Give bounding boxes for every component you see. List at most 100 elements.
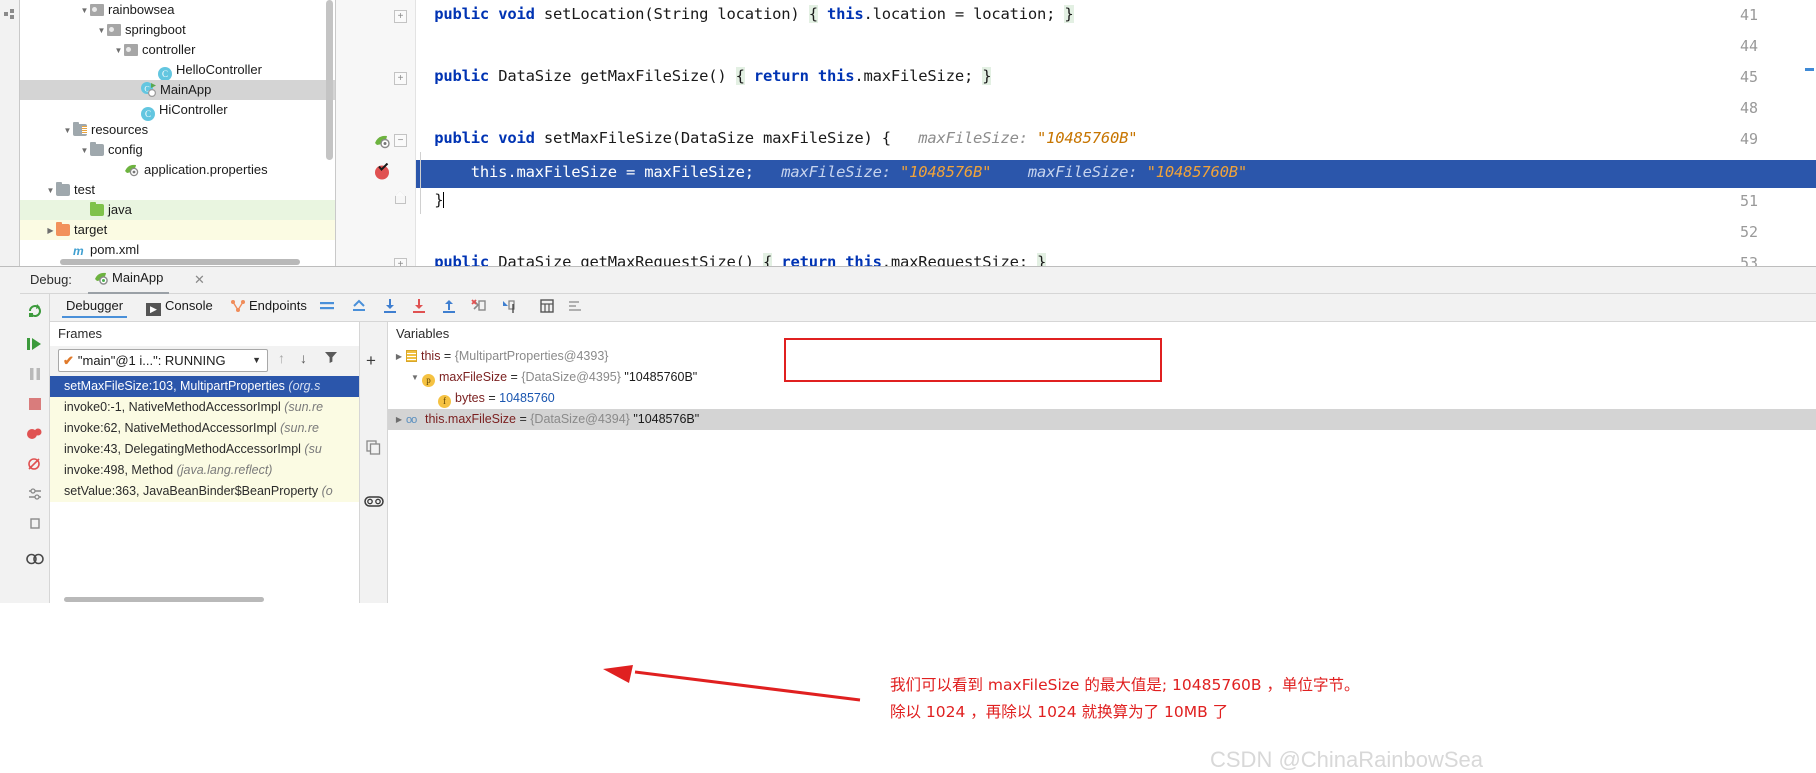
- stop-icon[interactable]: [25, 396, 45, 416]
- step-into-icon[interactable]: [410, 298, 430, 316]
- show-execution-point-icon[interactable]: [350, 298, 370, 316]
- tree-item[interactable]: C MainApp: [20, 80, 335, 100]
- package-icon: [124, 44, 138, 56]
- editor-marker-stripe: [1805, 68, 1814, 71]
- tree-expand-arrow[interactable]: ▶: [45, 221, 56, 241]
- close-icon[interactable]: ✕: [194, 272, 205, 288]
- code-line[interactable]: public void setMaxFileSize(DataSize maxF…: [416, 129, 1137, 147]
- variable-equals: =: [507, 370, 522, 384]
- annotation-line-1: 我们可以看到 maxFileSize 的最大值是; 10485760B ，单位字…: [890, 676, 1360, 694]
- frame-row[interactable]: setMaxFileSize:103, MultipartProperties …: [50, 376, 359, 397]
- variable-expand-arrow[interactable]: ▼: [408, 367, 422, 388]
- app-grid-icon[interactable]: [4, 6, 16, 19]
- pause-program-icon[interactable]: [25, 366, 45, 386]
- project-tree[interactable]: ▼ rainbowsea ▼ springboot ▼ controller C HelloC…: [20, 0, 336, 266]
- tree-vertical-scrollbar[interactable]: [326, 0, 333, 160]
- watches-icon[interactable]: [364, 494, 384, 512]
- variable-expand-arrow[interactable]: ▶: [392, 346, 406, 367]
- arrow-down-icon[interactable]: ↓: [300, 350, 307, 366]
- variables-title: Variables: [396, 326, 450, 341]
- tree-expand-arrow[interactable]: ▼: [79, 1, 90, 21]
- tree-item[interactable]: ▼ config: [20, 140, 335, 160]
- tree-expand-arrow[interactable]: ▼: [113, 41, 124, 61]
- fold-expand-icon[interactable]: +: [394, 72, 407, 85]
- tree-expand-arrow[interactable]: ▼: [62, 121, 73, 141]
- tree-item[interactable]: ▼ rainbowsea: [20, 0, 335, 20]
- rerun-icon[interactable]: [25, 302, 45, 322]
- frame-row[interactable]: invoke:62, NativeMethodAccessorImpl (sun…: [50, 418, 359, 439]
- tab-debugger[interactable]: Debugger: [61, 298, 128, 318]
- settings-icon[interactable]: [25, 486, 45, 506]
- breakpoint-verified-icon[interactable]: [374, 162, 391, 180]
- tree-horizontal-scrollbar[interactable]: [60, 259, 300, 265]
- red-arrow-left-icon: [595, 662, 865, 707]
- code-line[interactable]: this.maxFileSize = maxFileSize; maxFileS…: [416, 160, 1816, 188]
- variable-row[interactable]: ▶ this = {MultipartProperties@4393}: [388, 346, 1816, 367]
- tab-console[interactable]: ▶ Console: [146, 298, 213, 316]
- frames-horizontal-scrollbar[interactable]: [64, 597, 264, 602]
- frame-row[interactable]: invoke:43, DelegatingMethodAccessorImpl …: [50, 439, 359, 460]
- variable-row[interactable]: ▼ p maxFileSize = {DataSize@4395} "1048576…: [388, 367, 1816, 388]
- sort-variables-icon[interactable]: [566, 298, 586, 316]
- line-number: 52: [1739, 223, 1758, 241]
- layout-settings-icon[interactable]: [318, 298, 338, 316]
- tree-expand-arrow[interactable]: ▼: [79, 141, 90, 161]
- fold-collapse-icon[interactable]: −: [394, 134, 407, 147]
- view-breakpoints-icon[interactable]: [25, 426, 45, 446]
- tree-item-label: springboot: [125, 22, 186, 37]
- tree-item-label: HelloController: [176, 62, 262, 77]
- arrow-up-icon[interactable]: ↑: [278, 350, 285, 366]
- mute-breakpoints-icon[interactable]: [25, 456, 45, 476]
- tree-item[interactable]: C HelloController: [20, 60, 335, 81]
- frame-row-package: (org.s: [288, 379, 321, 393]
- add-watch-icon[interactable]: +: [366, 352, 376, 369]
- tree-item[interactable]: ▶ target: [20, 220, 335, 240]
- tree-expand-arrow[interactable]: ▼: [45, 181, 56, 201]
- frame-row[interactable]: invoke:498, Method (java.lang.reflect): [50, 460, 359, 481]
- code-brace: }: [982, 67, 992, 85]
- tab-endpoints[interactable]: Endpoints: [230, 298, 307, 315]
- spring-bean-icon[interactable]: [374, 133, 391, 149]
- copy-icon[interactable]: [366, 440, 381, 458]
- camera-icon[interactable]: [25, 552, 45, 572]
- inlay-hint: maxFileSize:: [753, 163, 900, 181]
- fold-expand-icon[interactable]: +: [394, 258, 407, 266]
- tree-item[interactable]: ▼ controller: [20, 40, 335, 60]
- annotation-line-2: 除以 1024 ，再除以 1024 就换算为了 10MB 了: [890, 703, 1229, 721]
- thread-selector[interactable]: ✔ "main"@1 i...": RUNNING ▼: [58, 349, 268, 372]
- tree-item[interactable]: C HiController: [20, 100, 335, 121]
- code-line[interactable]: public DataSize getMaxFileSize() { retur…: [416, 67, 992, 85]
- tree-item[interactable]: application.properties: [20, 160, 335, 180]
- variable-row[interactable]: ▶ oo this.maxFileSize = {DataSize@4394} "1…: [388, 409, 1816, 430]
- evaluate-expression-icon[interactable]: [538, 298, 558, 316]
- debug-session-tab[interactable]: MainApp: [88, 270, 170, 294]
- frame-row[interactable]: invoke0:-1, NativeMethodAccessorImpl (su…: [50, 397, 359, 418]
- variable-objref: {DataSize@4394}: [530, 412, 630, 426]
- tree-item[interactable]: java: [20, 200, 335, 220]
- tree-item[interactable]: ▼ resources: [20, 120, 335, 140]
- code-editor[interactable]: 41 + public void setLocation(String locat…: [336, 0, 1816, 266]
- variable-expand-arrow[interactable]: ▶: [392, 409, 406, 430]
- variables-list[interactable]: ▶ this = {MultipartProperties@4393} ▼ p max…: [388, 346, 1816, 430]
- code-line[interactable]: public DataSize getMaxRequestSize() { re…: [416, 253, 1046, 266]
- tree-expand-arrow[interactable]: ▼: [96, 21, 107, 41]
- fold-end-icon[interactable]: [394, 196, 407, 209]
- fold-expand-icon[interactable]: +: [394, 10, 407, 23]
- pin-icon[interactable]: [25, 516, 45, 536]
- force-step-into-icon[interactable]: [470, 298, 490, 316]
- tree-item[interactable]: m pom.xml: [20, 240, 335, 260]
- frames-list[interactable]: setMaxFileSize:103, MultipartProperties …: [50, 376, 359, 603]
- frame-row[interactable]: setValue:363, JavaBeanBinder$BeanPropert…: [50, 481, 359, 502]
- step-over-icon[interactable]: [381, 298, 401, 316]
- filter-icon[interactable]: [324, 350, 338, 367]
- code-line[interactable]: public void setLocation(String location)…: [416, 5, 1074, 23]
- tree-item[interactable]: ▼ test: [20, 180, 335, 200]
- step-out-icon[interactable]: [440, 298, 460, 316]
- chevron-down-icon[interactable]: ▼: [252, 350, 261, 371]
- tree-item[interactable]: ▼ springboot: [20, 20, 335, 40]
- variable-row[interactable]: f bytes = 10485760: [388, 388, 1816, 409]
- run-to-cursor-icon[interactable]: [500, 298, 520, 316]
- resume-program-icon[interactable]: [25, 336, 45, 356]
